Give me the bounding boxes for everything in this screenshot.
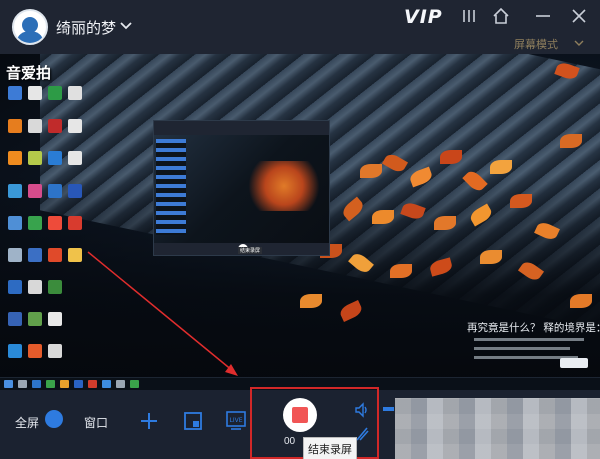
chevron-down-icon[interactable] [119,18,133,32]
app-logo: 音爱拍 [6,65,52,82]
record-timer: 00 [284,436,296,447]
svg-text:LIVE: LIVE [229,417,242,424]
stop-recording-tooltip: 结束录屏 [303,437,357,459]
close-icon[interactable] [570,7,588,25]
settings-icon[interactable] [460,7,478,25]
home-icon[interactable] [492,7,510,25]
nested-window-label: 结束录屏 [238,247,263,254]
wallpaper-badge [560,358,588,368]
window-mode-button[interactable]: 窗口 [84,414,108,431]
user-avatar-icon[interactable] [12,9,48,45]
nested-recorder-window [153,120,330,256]
fullscreen-mode-button[interactable]: 全屏 [15,414,39,431]
desktop-icons [0,54,82,358]
region-icon[interactable] [183,411,203,431]
screen-preview: 音爱拍 结束录屏 再究竟是什么？ 释的境界是： [0,54,600,390]
chevron-down-icon[interactable] [574,38,584,48]
wallpaper-quote: 再究竟是什么？ 释的境界是： [467,322,600,334]
live-icon[interactable]: LIVE [225,409,247,431]
title-bar: 绮丽的梦 VIP [0,0,600,54]
minimize-icon[interactable] [534,7,552,25]
pixelated-region [395,398,600,459]
plus-icon[interactable] [140,412,158,430]
record-stop-button[interactable] [283,398,317,432]
fullscreen-radio[interactable] [45,410,63,428]
vip-badge[interactable]: VIP [404,6,443,28]
screen-mode-dropdown[interactable]: 屏幕模式 [514,36,558,52]
record-stop-icon [292,407,308,423]
username[interactable]: 绮丽的梦 [56,17,116,38]
volume-fill [383,407,394,411]
